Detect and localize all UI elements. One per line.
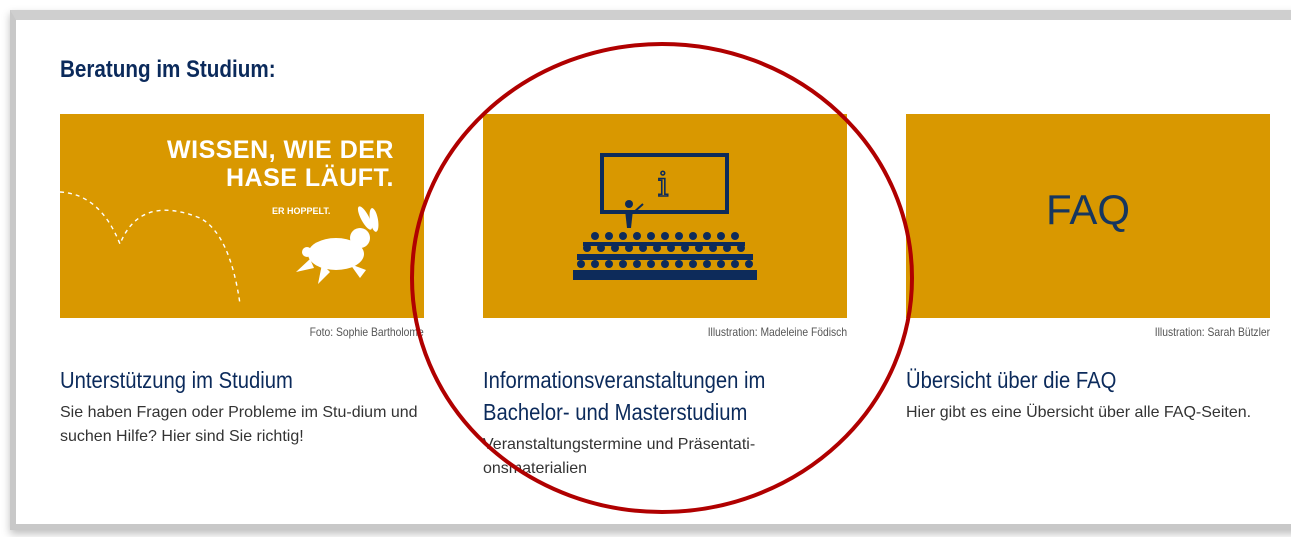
card-description: Sie haben Fragen oder Probleme im Stu-di… [60,404,418,445]
image-credit: Illustration: Sarah Bützler [1154,325,1270,339]
rabbit-icon [60,191,379,305]
card-image-faq[interactable]: FAQ [906,114,1270,318]
lecture-hall-icon: i [573,153,757,280]
faq-image-text: FAQ [1045,186,1131,233]
image-credit: Illustration: Madeleine Födisch [707,325,847,339]
card-title-link[interactable]: Unterstützung im Studium [60,364,403,396]
card-image-hase[interactable]: WISSEN, WIE DER HASE LÄUFT. ER HOPPELT. [60,114,424,318]
card-title-link[interactable]: Übersicht über die FAQ [906,364,1249,396]
card-description: Hier gibt es eine Übersicht über alle FA… [906,404,1252,421]
section-heading: Beratung im Studium: [60,56,276,83]
card-description: Veranstaltungstermine und Präsentati-ons… [483,436,756,477]
card-title-link[interactable]: Informationsveranstaltungen im Bachelor-… [483,364,826,428]
card-faq[interactable]: FAQ Illustration: Sarah Bützler Übersich… [906,114,1270,421]
card-unterstuetzung[interactable]: WISSEN, WIE DER HASE LÄUFT. ER HOPPELT. … [60,114,424,445]
image-credit: Foto: Sophie Bartholome [309,325,424,339]
info-symbol: i [658,165,669,205]
card-image-lecture[interactable]: i [483,114,847,318]
card-informationsveranstaltungen[interactable]: i Illustration: Madeleine Födisch Inform… [483,114,847,477]
